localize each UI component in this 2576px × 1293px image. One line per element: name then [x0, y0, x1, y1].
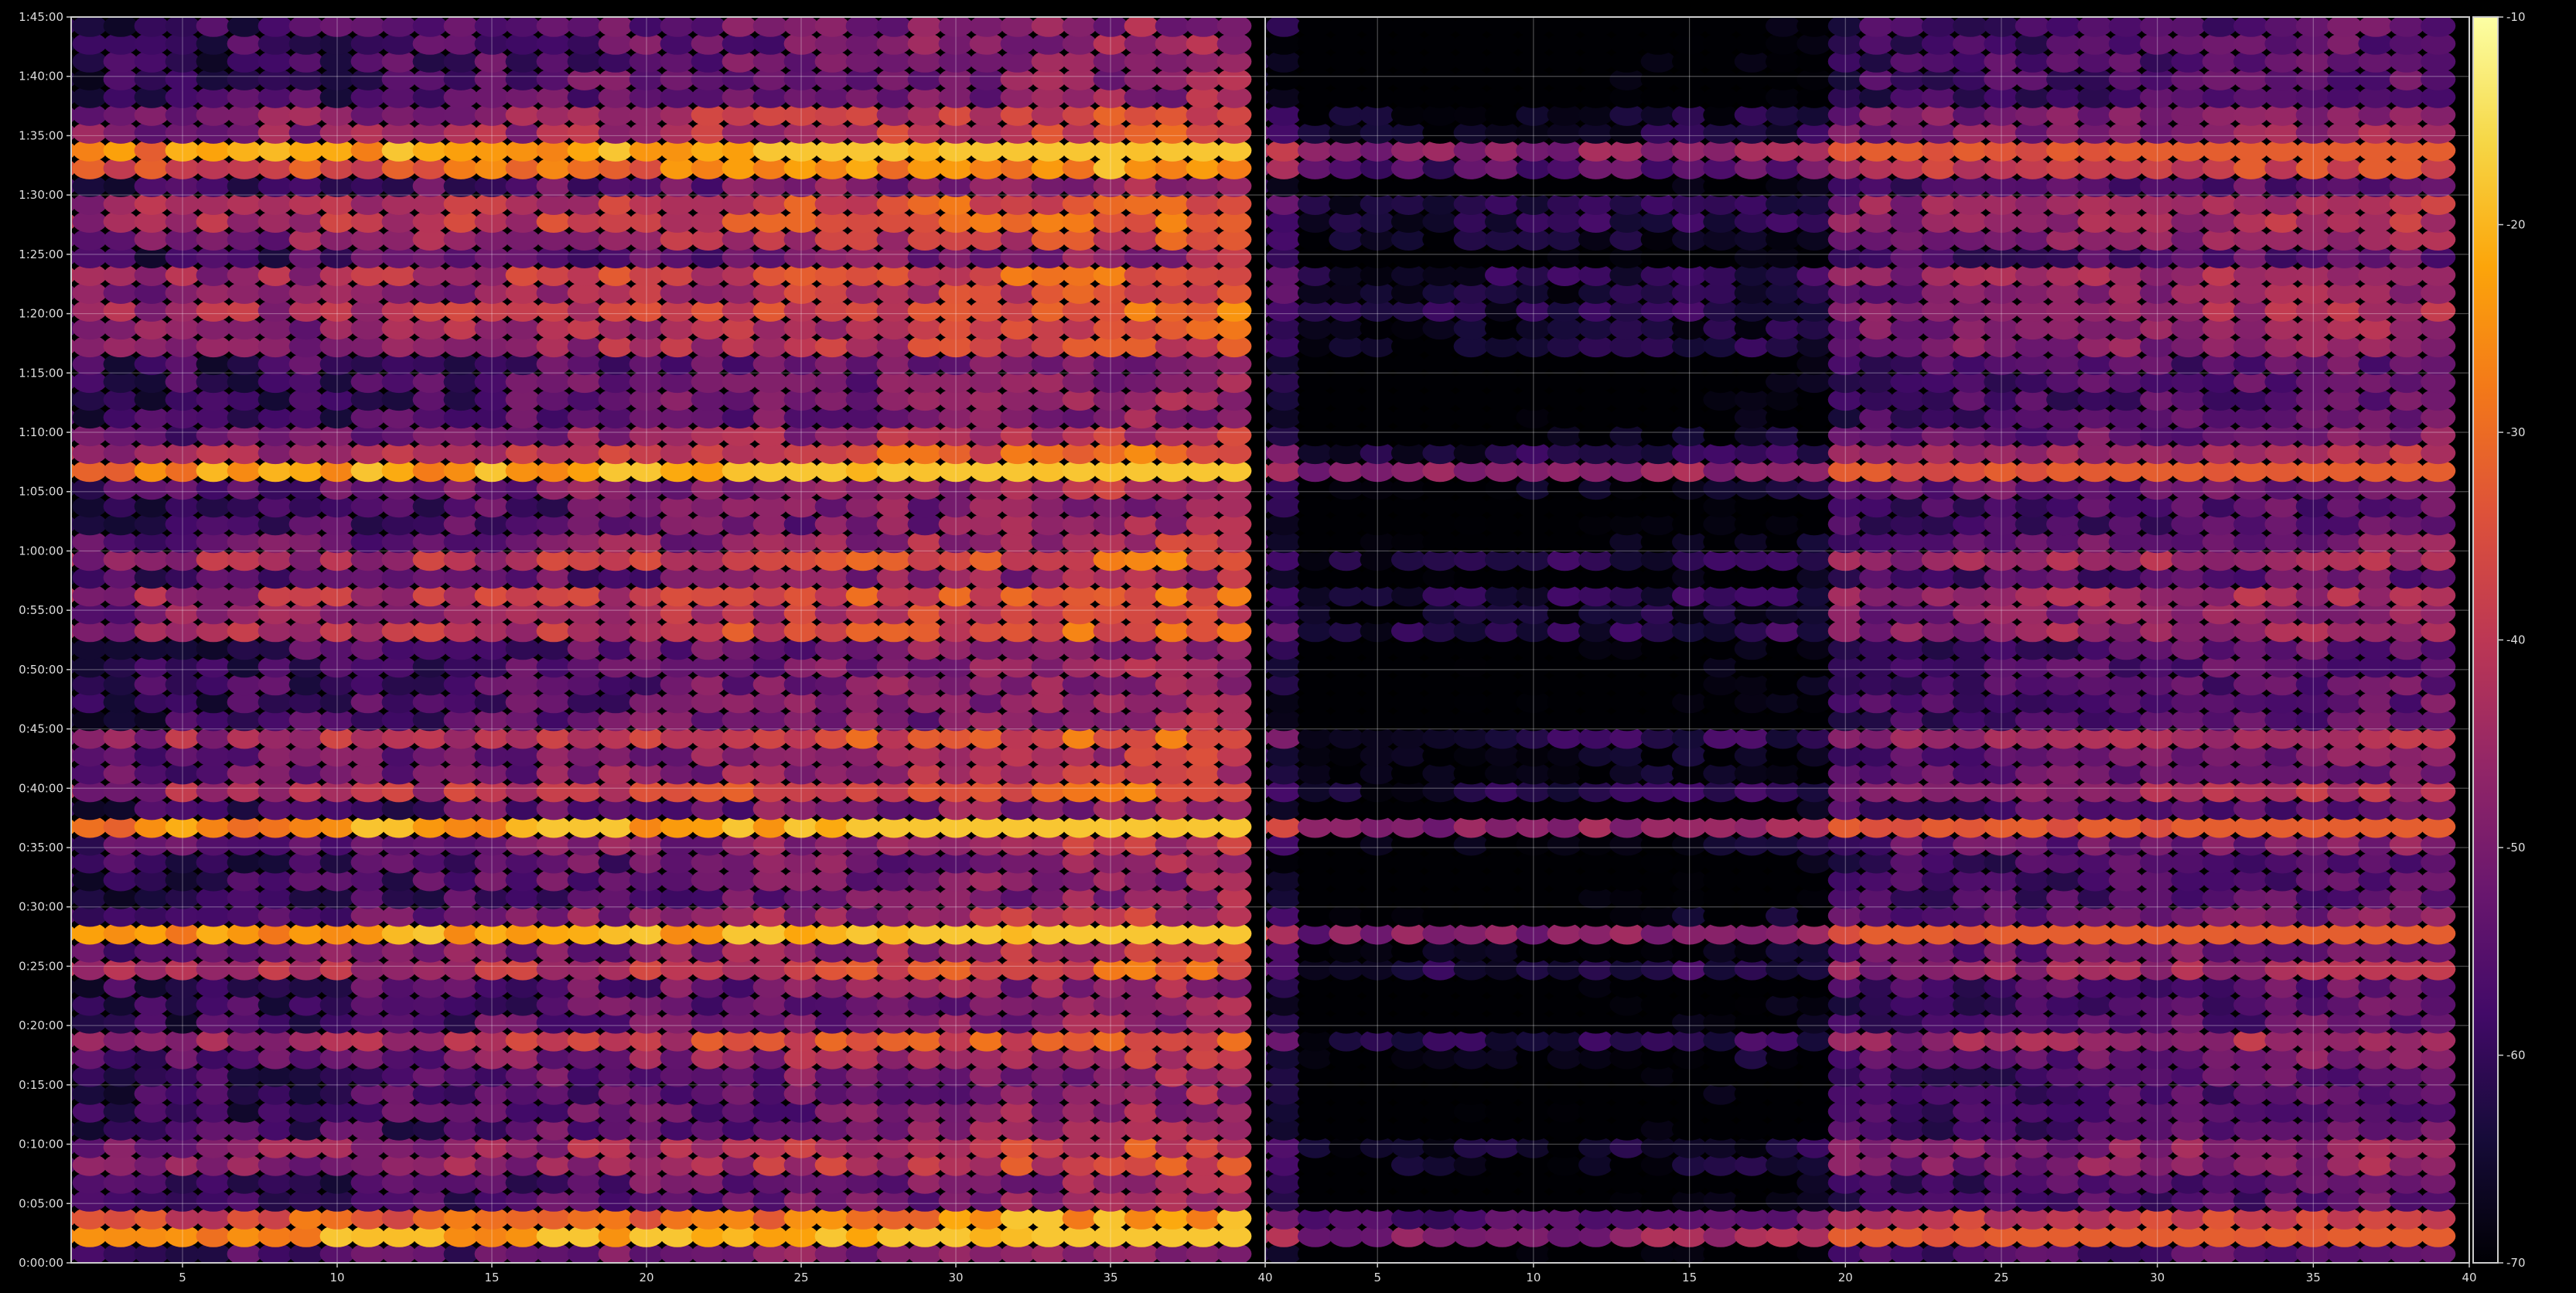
x-tick-label: 10 — [329, 1271, 344, 1284]
heatmap-cell — [1453, 17, 1489, 37]
heatmap-cell — [1703, 17, 1738, 37]
heatmap-cell — [567, 17, 602, 37]
y-tick-label: 1:25:00 — [19, 247, 63, 261]
x-tick-label: 5 — [179, 1271, 186, 1284]
heatmap-cell — [691, 17, 726, 37]
y-tick-label: 0:20:00 — [19, 1018, 63, 1032]
heatmap-cell — [1859, 17, 1895, 37]
heatmap-cell — [443, 17, 479, 37]
x-tick-label: 35 — [1103, 1271, 1117, 1284]
figure: 0:00:00 0:05:00 0:10:00 0:15:00 0:20:00 0:25:… — [19, 10, 2525, 1284]
heatmap-cell — [1953, 17, 1988, 37]
heatmap-cell — [814, 17, 850, 37]
y-tick-label: 1:15:00 — [19, 366, 63, 380]
heatmap-cell — [1390, 17, 1427, 37]
heatmap-cell — [1734, 17, 1769, 37]
heatmap-cell — [103, 17, 138, 37]
heatmap-cell — [288, 17, 324, 37]
y-tick-label: 0:00:00 — [19, 1256, 63, 1270]
y-tick-label: 1:45:00 — [19, 10, 63, 24]
heatmap-cell — [2171, 17, 2206, 37]
heatmap-cell — [1921, 17, 1957, 37]
heatmap-cell — [1422, 17, 1458, 37]
heatmap-cell — [1640, 17, 1676, 37]
heatmap-cell — [1329, 17, 1364, 37]
heatmap-cell — [1297, 17, 1333, 37]
y-tick-label: 1:40:00 — [19, 70, 63, 84]
heatmap-cell — [2077, 17, 2113, 37]
left-x-axis: 5 10 15 20 25 30 35 40 — [179, 1263, 1273, 1284]
heatmap-cell — [1124, 17, 1159, 37]
x-tick-label: 40 — [1257, 1271, 1272, 1284]
heatmap-cell — [2015, 17, 2050, 37]
heatmap-cell — [1062, 17, 1097, 37]
y-tick-label: 1:00:00 — [19, 544, 63, 558]
x-tick-label: 15 — [484, 1271, 499, 1284]
heatmap-cell — [1266, 17, 1302, 37]
heatmap-cell — [969, 17, 1005, 37]
heatmap-cell — [752, 17, 788, 37]
heatmap-cell — [258, 17, 293, 37]
heatmap-cell — [1766, 17, 1801, 37]
heatmap-cell — [660, 17, 695, 37]
y-tick-label: 0:25:00 — [19, 959, 63, 973]
y-tick-label: 0:30:00 — [19, 900, 63, 914]
heatmap-cell — [1031, 17, 1066, 37]
left-y-axis: 0:00:00 0:05:00 0:10:00 0:15:00 0:20:00 0:25:… — [19, 10, 71, 1270]
y-tick-label: 1:20:00 — [19, 307, 63, 321]
heatmap-cell — [1578, 17, 1614, 37]
x-tick-label: 25 — [793, 1271, 808, 1284]
y-tick-label: 0:50:00 — [19, 663, 63, 677]
y-tick-label: 0:05:00 — [19, 1196, 63, 1210]
heatmap-cell — [134, 17, 169, 37]
heatmap-cell — [1000, 17, 1036, 37]
y-tick-label: 0:10:00 — [19, 1138, 63, 1151]
heatmap-cell — [227, 17, 262, 37]
heatmap-cell — [2108, 17, 2144, 37]
heatmap-cell — [350, 17, 386, 37]
heatmap-cell — [1155, 17, 1190, 37]
y-tick-label: 1:10:00 — [19, 425, 63, 439]
heatmap-cell — [907, 17, 943, 37]
heatmap-cell — [1796, 17, 1832, 37]
y-tick-label: 1:30:00 — [19, 188, 63, 202]
heatmap-cell — [722, 17, 757, 37]
heatmap-cell — [845, 17, 881, 37]
heatmap-cell — [2046, 17, 2082, 37]
heatmap-cell — [196, 17, 231, 37]
y-tick-label: 1:05:00 — [19, 485, 63, 499]
heatmap-cell — [412, 17, 448, 37]
heatmap-cell — [381, 17, 417, 37]
heatmap-cell — [1547, 17, 1582, 37]
heatmap-cell — [1186, 17, 1221, 37]
heatmap-cell — [1485, 17, 1520, 37]
heatmap-cell — [536, 17, 571, 37]
y-tick-label: 0:35:00 — [19, 841, 63, 855]
heatmap-cell — [598, 17, 633, 37]
heatmap-cell — [1609, 17, 1645, 37]
heatmap-cell — [1890, 17, 1926, 37]
y-tick-label: 0:45:00 — [19, 722, 63, 736]
y-tick-label: 0:55:00 — [19, 603, 63, 617]
heatmap-cell — [1216, 17, 1252, 37]
heatmap-cell — [72, 17, 107, 37]
heatmap-cell — [876, 17, 912, 37]
y-tick-label: 1:35:00 — [19, 128, 63, 142]
heatmap-cell — [505, 17, 541, 37]
x-tick-label: 20 — [639, 1271, 653, 1284]
y-tick-label: 0:15:00 — [19, 1078, 63, 1092]
heatmap-right-panel: 5 10 15 20 25 30 35 40 — [1264, 16, 2477, 1284]
x-tick-label: 30 — [948, 1271, 963, 1284]
heatmap-left-panel: 0:00:00 0:05:00 0:10:00 0:15:00 0:20:00 0:25:… — [19, 10, 1272, 1284]
y-tick-label: 0:40:00 — [19, 781, 63, 795]
